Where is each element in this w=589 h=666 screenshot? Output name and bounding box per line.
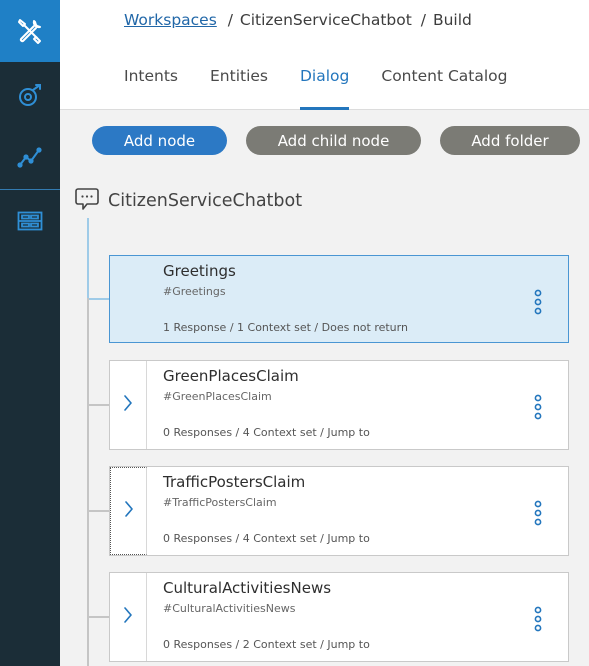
- tree-connector: [87, 218, 89, 298]
- node-summary: 1 Response / 1 Context set / Does not re…: [163, 321, 408, 334]
- expand-node-toggle[interactable]: [110, 467, 147, 555]
- breadcrumb-separator: /: [420, 11, 426, 29]
- node-summary: 0 Responses / 4 Context set / Jump to: [163, 532, 370, 545]
- tree-connector: [89, 616, 109, 618]
- node-condition: #TrafficPostersClaim: [163, 496, 277, 509]
- root-title: CitizenServiceChatbot: [108, 191, 303, 211]
- rail-item-analytics[interactable]: [0, 126, 60, 188]
- expand-node-toggle[interactable]: [110, 361, 147, 449]
- tree-connector: [89, 298, 109, 300]
- node-title: GreenPlacesClaim: [163, 367, 299, 385]
- dialog-node[interactable]: Greetings #Greetings 1 Response / 1 Cont…: [109, 255, 569, 343]
- breadcrumb-workspaces-link[interactable]: Workspaces: [124, 11, 217, 29]
- dialog-root: CitizenServiceChatbot: [74, 188, 302, 214]
- node-summary: 0 Responses / 2 Context set / Jump to: [163, 638, 370, 651]
- tab-content-catalog[interactable]: Content Catalog: [381, 66, 507, 110]
- tree-connector: [89, 404, 109, 406]
- add-node-button[interactable]: Add node: [92, 126, 227, 155]
- overflow-menu-icon[interactable]: [532, 289, 544, 315]
- dialog-node[interactable]: TrafficPostersClaim #TrafficPostersClaim…: [109, 466, 569, 556]
- tools-icon: [15, 16, 45, 46]
- node-title: Greetings: [163, 262, 236, 280]
- rail-item-catalog[interactable]: [0, 190, 60, 252]
- dialog-node[interactable]: CulturalActivitiesNews #CulturalActiviti…: [109, 572, 569, 662]
- breadcrumb-skill: CitizenServiceChatbot: [239, 11, 412, 29]
- breadcrumb-separator: /: [227, 11, 233, 29]
- node-title: TrafficPostersClaim: [163, 473, 306, 491]
- chevron-right-icon: [123, 606, 133, 628]
- overflow-menu-icon[interactable]: [532, 394, 544, 420]
- breadcrumb: Workspaces / CitizenServiceChatbot / Bui…: [124, 11, 472, 29]
- node-condition: #CulturalActivitiesNews: [163, 602, 296, 615]
- left-nav-rail: [0, 0, 60, 666]
- chevron-right-icon: [124, 500, 134, 522]
- tab-intents[interactable]: Intents: [124, 66, 178, 110]
- tab-bar: Intents Entities Dialog Content Catalog: [124, 66, 539, 110]
- add-folder-button[interactable]: Add folder: [440, 126, 580, 155]
- overflow-menu-icon[interactable]: [532, 606, 544, 632]
- node-title: CulturalActivitiesNews: [163, 579, 332, 597]
- deploy-icon: [16, 81, 44, 109]
- rail-item-build[interactable]: [0, 0, 60, 62]
- expand-node-toggle[interactable]: [110, 573, 147, 661]
- node-summary: 0 Responses / 4 Context set / Jump to: [163, 426, 370, 439]
- tree-connector: [89, 510, 109, 512]
- page-header: Workspaces / CitizenServiceChatbot / Bui…: [60, 0, 589, 110]
- node-condition: #Greetings: [163, 285, 226, 298]
- add-child-node-button[interactable]: Add child node: [246, 126, 421, 155]
- tree-connector: [87, 298, 89, 666]
- overflow-menu-icon[interactable]: [532, 500, 544, 526]
- tab-dialog[interactable]: Dialog: [300, 66, 350, 110]
- chevron-right-icon: [123, 394, 133, 416]
- analytics-icon: [16, 143, 44, 171]
- catalog-icon: [17, 211, 43, 231]
- dialog-node[interactable]: GreenPlacesClaim #GreenPlacesClaim 0 Res…: [109, 360, 569, 450]
- chat-bubble-icon: [74, 186, 100, 216]
- tab-entities[interactable]: Entities: [210, 66, 268, 110]
- breadcrumb-page: Build: [432, 11, 472, 29]
- rail-item-deploy[interactable]: [0, 64, 60, 126]
- node-condition: #GreenPlacesClaim: [163, 390, 272, 403]
